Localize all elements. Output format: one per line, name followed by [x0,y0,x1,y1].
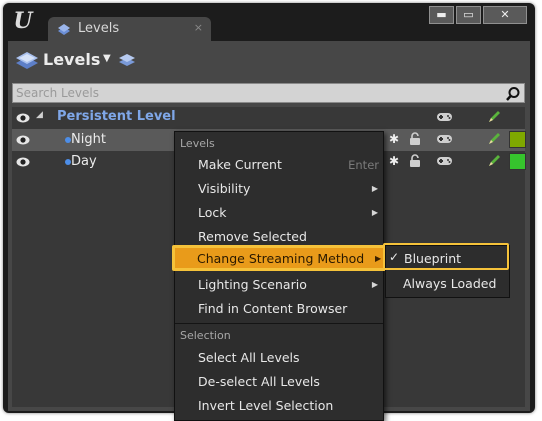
menu-item-find-in-content-browser[interactable]: Find in Content Browser [198,301,347,316]
unreal-logo-icon: U [13,8,33,34]
tab-levels[interactable]: Levels × [48,17,211,41]
lock-icon[interactable] [409,154,421,168]
menu-separator [175,323,383,324]
menu-item-invert-level-selection[interactable]: Invert Level Selection [198,398,333,413]
menu-section-levels: Levels [180,137,215,150]
chevron-down-icon[interactable]: ▼ [103,53,111,64]
menu-item-remove-selected[interactable]: Remove Selected [198,229,307,244]
persistent-level-row[interactable]: ◢ Persistent Level [12,107,525,129]
maximize-button[interactable]: ▭ [456,6,481,24]
gear-icon[interactable]: ✱ [389,154,399,168]
gear-icon[interactable]: ✱ [389,132,399,146]
tab-label: Levels [78,21,120,36]
level-color-swatch[interactable] [509,153,526,170]
submenu-arrow-icon: ▶ [375,254,382,263]
lock-icon[interactable] [409,132,421,146]
menu-item-visibility[interactable]: Visibility [198,181,250,196]
menu-item-lighting-scenario[interactable]: Lighting Scenario [198,277,307,292]
game-controller-icon[interactable] [436,133,453,145]
level-color-swatch[interactable] [509,131,526,148]
tab-close-icon[interactable]: × [194,21,203,34]
pencil-icon[interactable] [486,153,502,169]
menu-item-select-all-levels[interactable]: Select All Levels [198,350,300,365]
expand-arrow-icon[interactable]: ◢ [36,110,43,120]
menu-item-deselect-all-levels[interactable]: De-select All Levels [198,374,320,389]
submenu-arrow-icon: ▶ [371,280,378,289]
window-controls: ▬ ▭ ✕ [427,6,527,24]
submenu-arrow-icon: ▶ [371,208,378,217]
summon-level-details-icon[interactable] [118,51,136,69]
checkmark-icon: ✓ [389,250,400,264]
menu-item-change-streaming-method-label: Change Streaming Method [197,251,365,266]
pencil-icon[interactable] [486,131,502,147]
levels-icon[interactable] [15,49,39,71]
visibility-eye-icon[interactable] [16,156,30,168]
visibility-eye-icon[interactable] [16,134,30,146]
levels-toolbar: Levels ▼ [8,41,530,79]
menu-section-selection: Selection [180,329,231,342]
visibility-eye-icon[interactable] [16,112,30,124]
search-input[interactable]: Search Levels [12,83,525,103]
level-name: Day [71,154,97,169]
menu-item-make-current[interactable]: Make Current [198,157,282,172]
close-button[interactable]: ✕ [483,6,527,24]
level-name: Night [71,132,106,147]
levels-tab-icon [58,24,70,35]
menu-shortcut-enter: Enter [348,158,379,172]
submenu-arrow-icon: ▶ [371,184,378,193]
persistent-level-label: Persistent Level [57,109,176,124]
search-placeholder: Search Levels [16,86,99,100]
pencil-icon[interactable] [486,109,502,125]
search-icon[interactable] [505,86,521,102]
game-controller-icon[interactable] [436,155,453,167]
game-controller-icon[interactable] [436,111,453,123]
submenu-item-blueprint[interactable]: Blueprint [404,251,461,266]
menu-item-lock[interactable]: Lock [198,205,227,220]
levels-menu-label[interactable]: Levels [43,50,100,69]
context-menu: Levels Make Current Enter Visibility ▶ L… [174,131,384,421]
minimize-button[interactable]: ▬ [429,6,454,24]
submenu-item-always-loaded[interactable]: Always Loaded [403,276,496,291]
